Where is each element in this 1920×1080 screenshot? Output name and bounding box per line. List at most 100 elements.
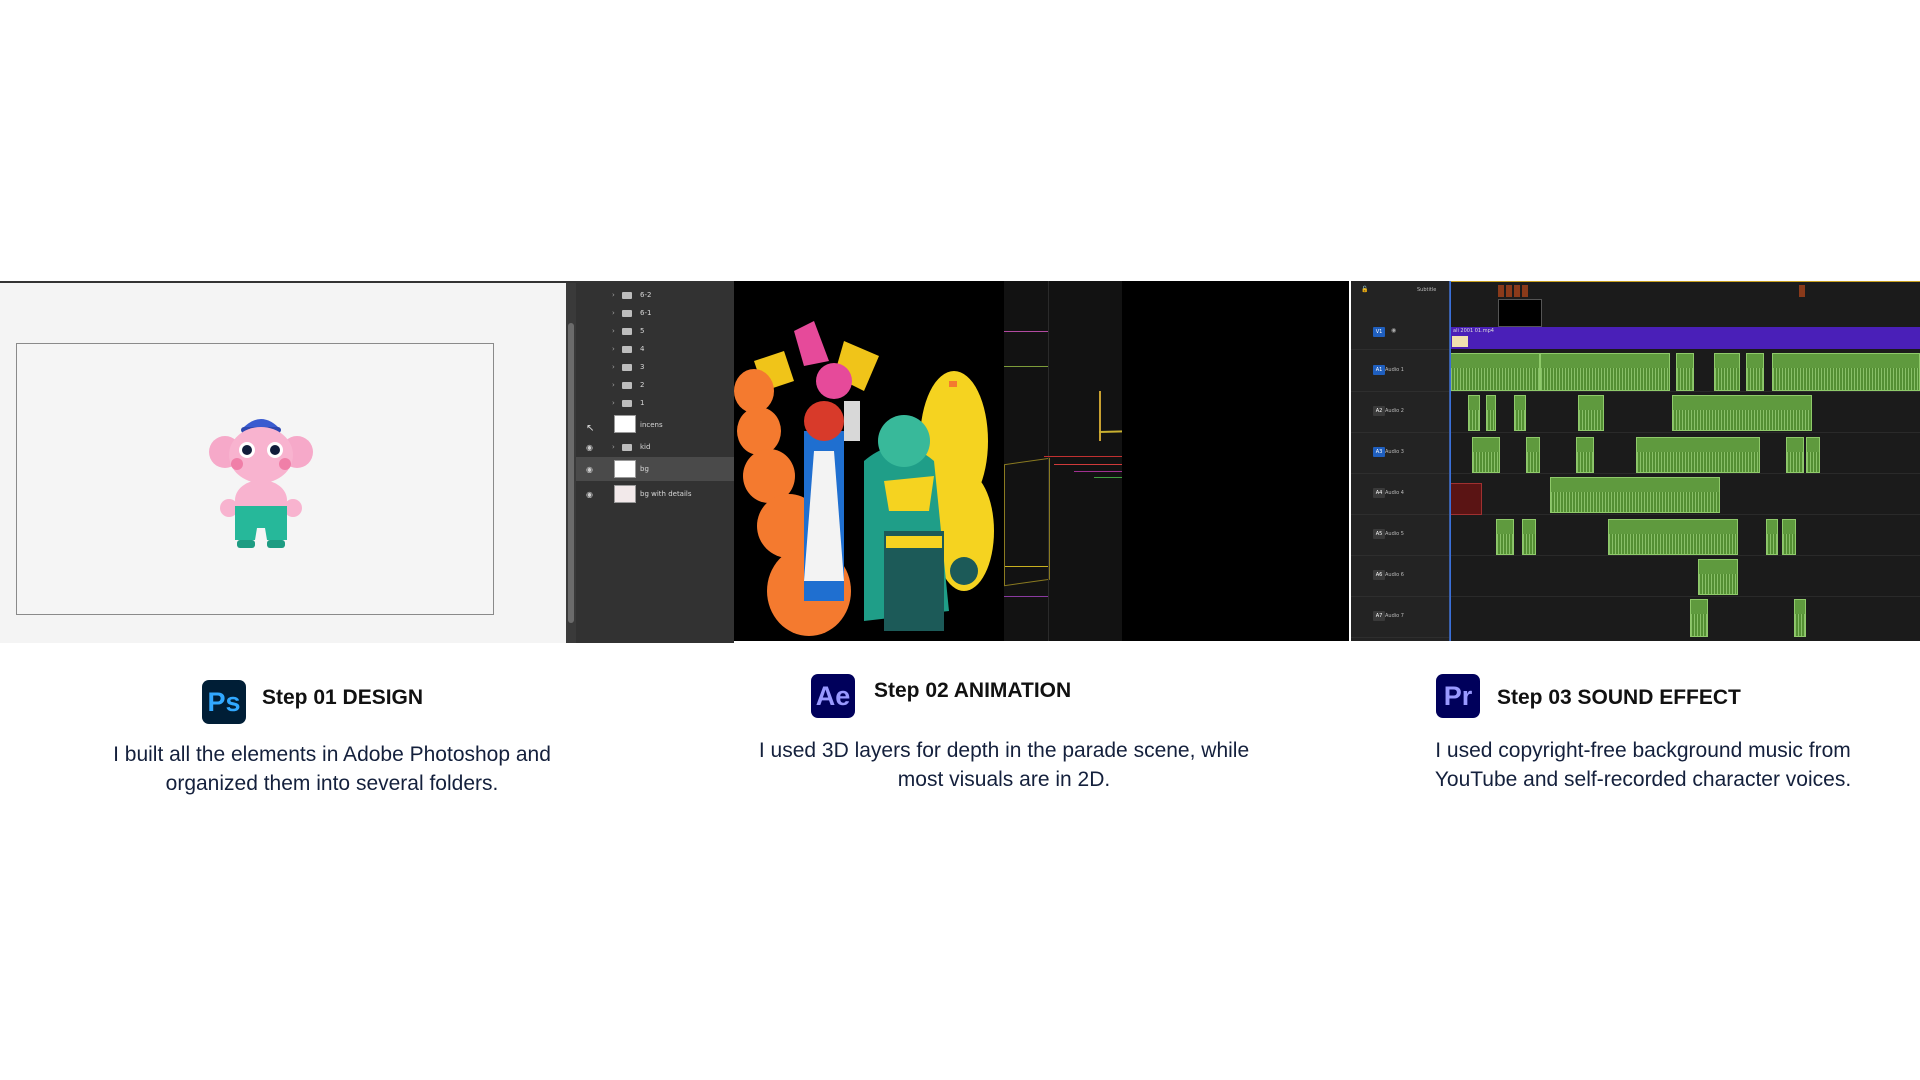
photoshop-screenshot: › 6-2 › 6-1 › 5 › 4 › 3 › 2 › 1 incens ◉ › kid ◉ b… <box>0 281 734 643</box>
step-title: Step 03 SOUND EFFECT <box>1497 686 1741 709</box>
layer-name: 3 <box>640 363 645 371</box>
description-line: I built all the elements in Adobe Photos… <box>113 743 551 766</box>
kid-character-illustration <box>209 419 313 548</box>
scrollbar-thumb[interactable] <box>568 323 574 623</box>
layer-row[interactable]: › 4 <box>576 341 734 359</box>
subtitle-marker[interactable] <box>1498 285 1504 297</box>
layer-row[interactable]: ◉ › kid <box>576 439 734 457</box>
track-id[interactable]: A5 <box>1373 529 1385 539</box>
track-id[interactable]: V1 <box>1373 327 1385 337</box>
track-id[interactable]: A1 <box>1373 365 1385 375</box>
eye-icon[interactable]: ◉ <box>586 465 593 474</box>
lock-icon[interactable]: 🔓 <box>1361 286 1368 293</box>
audio-clip[interactable] <box>1786 437 1804 473</box>
audio-clip[interactable] <box>1676 353 1694 391</box>
track-header-a5[interactable]: A5 Audio 5 <box>1351 515 1449 556</box>
photoshop-canvas <box>0 283 566 643</box>
description-line: most visuals are in 2D. <box>897 768 1111 791</box>
subtitle-marker[interactable] <box>1514 285 1520 297</box>
chevron-right-icon[interactable]: › <box>612 381 615 389</box>
chevron-right-icon[interactable]: › <box>612 345 615 353</box>
track-id[interactable]: A4 <box>1373 488 1385 498</box>
audio-clip[interactable] <box>1496 519 1514 555</box>
audio-clip[interactable] <box>1526 437 1540 473</box>
audio-clip[interactable] <box>1806 437 1820 473</box>
after-effects-icon: Ae <box>811 674 855 718</box>
layer-thumbnail <box>614 415 636 433</box>
layer-row[interactable]: › 2 <box>576 377 734 395</box>
icon-label: Ae <box>815 680 851 711</box>
audio-clip-muted[interactable] <box>1450 483 1482 515</box>
layer-name: bg <box>640 465 649 473</box>
audio-clip[interactable] <box>1550 477 1720 513</box>
premiere-screenshot: 🔓 Subtitle V1 ◉ A1 Audio 1 A2 Audio 2 A3… <box>1351 281 1920 641</box>
step-title: Step 01 DESIGN <box>262 686 424 709</box>
track-header-a7[interactable]: A7 Audio 7 <box>1351 597 1449 638</box>
track-id[interactable]: A7 <box>1373 611 1385 621</box>
track-header-a4[interactable]: A4 Audio 4 <box>1351 474 1449 515</box>
layer-row[interactable]: › 3 <box>576 359 734 377</box>
audio-clip[interactable] <box>1794 599 1806 637</box>
subtitle-marker[interactable] <box>1506 285 1512 297</box>
audio-clip[interactable] <box>1522 519 1536 555</box>
layer-name: 1 <box>640 399 645 407</box>
layer-row[interactable]: › 6-1 <box>576 305 734 323</box>
audio-clip[interactable] <box>1698 559 1738 595</box>
canvas-scrollbar[interactable] <box>566 283 576 643</box>
layers-panel: › 6-2 › 6-1 › 5 › 4 › 3 › 2 › 1 incens ◉ › kid ◉ b… <box>576 283 734 643</box>
track-name: Audio 5 <box>1385 531 1404 537</box>
folder-icon <box>622 328 632 335</box>
audio-clip[interactable] <box>1608 519 1738 555</box>
audio-clip[interactable] <box>1540 353 1670 391</box>
chevron-right-icon[interactable]: › <box>612 309 615 317</box>
audio-clip[interactable] <box>1450 353 1540 391</box>
description-line: I used copyright-free background music f… <box>1435 739 1851 762</box>
audio-clip[interactable] <box>1514 395 1526 431</box>
audio-clip[interactable] <box>1578 395 1604 431</box>
track-id[interactable]: A2 <box>1373 406 1385 416</box>
layer-row[interactable]: › 5 <box>576 323 734 341</box>
audio-clip[interactable] <box>1672 395 1812 431</box>
layer-name: bg with details <box>640 490 692 498</box>
track-header-a2[interactable]: A2 Audio 2 <box>1351 392 1449 433</box>
layer-row[interactable]: › 1 <box>576 395 734 413</box>
audio-clip[interactable] <box>1782 519 1796 555</box>
timeline-area[interactable]: ali 2001 01.mp4 <box>1450 281 1920 641</box>
track-header-a1[interactable]: A1 Audio 1 <box>1351 351 1449 392</box>
folder-icon <box>622 346 632 353</box>
chevron-right-icon[interactable]: › <box>612 327 615 335</box>
track-id[interactable]: A3 <box>1373 447 1385 457</box>
audio-clip[interactable] <box>1636 437 1760 473</box>
chevron-right-icon[interactable]: › <box>612 363 615 371</box>
track-header-v1[interactable]: V1 ◉ <box>1351 317 1449 350</box>
layer-row[interactable]: ◉ bg with details <box>576 483 734 505</box>
subtitle-marker[interactable] <box>1799 285 1805 297</box>
eye-icon[interactable]: ◉ <box>586 443 593 452</box>
audio-clip[interactable] <box>1772 353 1920 391</box>
composition-viewer <box>734 281 1004 641</box>
chevron-right-icon[interactable]: › <box>612 443 615 451</box>
audio-clip[interactable] <box>1486 395 1496 431</box>
eye-icon[interactable]: ◉ <box>1391 327 1396 334</box>
track-header-a3[interactable]: A3 Audio 3 <box>1351 433 1449 474</box>
layer-name: 5 <box>640 327 645 335</box>
layer-row-selected[interactable]: ◉ bg <box>576 457 734 481</box>
audio-clip[interactable] <box>1468 395 1480 431</box>
track-header-a6[interactable]: A6 Audio 6 <box>1351 556 1449 597</box>
layer-row[interactable]: incens <box>576 415 734 437</box>
chevron-right-icon[interactable]: › <box>612 399 615 407</box>
audio-clip[interactable] <box>1472 437 1500 473</box>
audio-clip[interactable] <box>1714 353 1740 391</box>
audio-clip[interactable] <box>1690 599 1708 637</box>
eye-icon[interactable]: ◉ <box>586 490 593 499</box>
video-clip[interactable]: ali 2001 01.mp4 <box>1450 327 1920 349</box>
chevron-right-icon[interactable]: › <box>612 291 615 299</box>
photoshop-icon: Ps <box>202 680 246 724</box>
subtitle-marker[interactable] <box>1522 285 1528 297</box>
layer-row[interactable]: › 6-2 <box>576 287 734 305</box>
audio-clip[interactable] <box>1746 353 1764 391</box>
audio-clip[interactable] <box>1766 519 1778 555</box>
playhead[interactable] <box>1450 281 1451 641</box>
track-id[interactable]: A6 <box>1373 570 1385 580</box>
audio-clip[interactable] <box>1576 437 1594 473</box>
